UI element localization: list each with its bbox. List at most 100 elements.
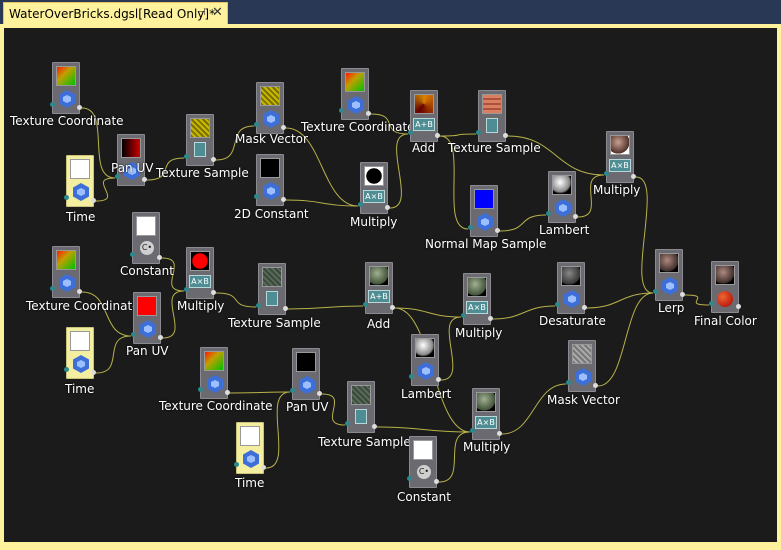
output-port[interactable] <box>225 390 230 395</box>
graph-node[interactable] <box>50 246 82 298</box>
input-port[interactable] <box>476 130 481 135</box>
connection-wire[interactable] <box>389 133 409 209</box>
graph-node[interactable] <box>653 249 685 301</box>
output-port[interactable] <box>157 255 162 260</box>
graph-node[interactable] <box>339 68 371 120</box>
graph-node[interactable] <box>468 185 500 237</box>
output-port[interactable] <box>593 383 598 388</box>
output-port[interactable] <box>158 335 163 340</box>
graph-node[interactable] <box>546 171 578 223</box>
output-port[interactable] <box>573 214 578 219</box>
output-port[interactable] <box>488 316 493 321</box>
connection-wire[interactable] <box>586 292 654 309</box>
graph-node[interactable]: A+B <box>363 262 395 314</box>
graph-node[interactable] <box>409 334 441 386</box>
graph-node[interactable] <box>555 262 587 314</box>
output-port[interactable] <box>495 228 500 233</box>
input-port[interactable] <box>254 194 259 199</box>
graph-node[interactable]: A×B <box>461 273 493 325</box>
output-port[interactable] <box>582 305 587 310</box>
graph-node[interactable] <box>131 292 163 344</box>
document-tab[interactable]: WaterOverBricks.dgsl[Read Only]* ⊣ ✕ <box>3 2 228 24</box>
output-port[interactable] <box>631 174 636 179</box>
input-port[interactable] <box>64 367 69 372</box>
input-port[interactable] <box>709 301 714 306</box>
connection-wire[interactable] <box>287 305 364 310</box>
graph-node[interactable] <box>476 90 508 142</box>
output-port[interactable] <box>77 105 82 110</box>
output-port[interactable] <box>211 157 216 162</box>
output-port[interactable] <box>390 305 395 310</box>
input-port[interactable] <box>256 303 261 308</box>
output-port[interactable] <box>366 111 371 116</box>
shader-graph-canvas[interactable]: Texture Coordinate Pan UV Time Texture Samp… <box>4 28 777 542</box>
input-port[interactable] <box>363 302 368 307</box>
graph-node[interactable] <box>50 62 82 114</box>
input-port[interactable] <box>461 313 466 318</box>
output-port[interactable] <box>436 377 441 382</box>
graph-node[interactable]: C• <box>130 212 162 264</box>
output-port[interactable] <box>736 304 741 309</box>
graph-node[interactable]: A×B <box>604 131 636 183</box>
input-port[interactable] <box>546 211 551 216</box>
input-port[interactable] <box>290 388 295 393</box>
graph-node[interactable] <box>115 134 147 186</box>
input-port[interactable] <box>64 195 69 200</box>
output-port[interactable] <box>283 306 288 311</box>
input-port[interactable] <box>566 380 571 385</box>
input-port[interactable] <box>408 130 413 135</box>
output-port[interactable] <box>435 133 440 138</box>
graph-node[interactable] <box>64 327 96 379</box>
graph-node[interactable]: A+B <box>408 90 440 142</box>
connection-wire[interactable] <box>95 177 116 202</box>
graph-node[interactable] <box>184 114 216 166</box>
input-port[interactable] <box>254 122 259 127</box>
graph-node[interactable] <box>64 155 96 207</box>
input-port[interactable] <box>198 387 203 392</box>
graph-node[interactable] <box>290 348 322 400</box>
input-port[interactable] <box>184 154 189 159</box>
graph-node[interactable]: A×B <box>470 388 502 440</box>
graph-node[interactable]: A×B <box>184 247 216 299</box>
output-port[interactable] <box>91 370 96 375</box>
input-port[interactable] <box>131 332 136 337</box>
connection-wire[interactable] <box>229 391 291 394</box>
graph-node[interactable] <box>254 154 286 206</box>
graph-node[interactable] <box>566 340 598 392</box>
output-port[interactable] <box>385 205 390 210</box>
graph-node[interactable] <box>254 82 286 134</box>
input-port[interactable] <box>358 202 363 207</box>
input-port[interactable] <box>50 102 55 107</box>
input-port[interactable] <box>468 225 473 230</box>
connection-wire[interactable] <box>597 292 654 387</box>
graph-node[interactable]: C• <box>407 436 439 488</box>
output-port[interactable] <box>317 391 322 396</box>
input-port[interactable] <box>653 289 658 294</box>
input-port[interactable] <box>604 171 609 176</box>
output-port[interactable] <box>680 292 685 297</box>
graph-node[interactable] <box>256 263 288 315</box>
input-port[interactable] <box>409 374 414 379</box>
output-port[interactable] <box>503 133 508 138</box>
connection-wire[interactable] <box>376 426 471 433</box>
input-port[interactable] <box>407 476 412 481</box>
output-port[interactable] <box>142 177 147 182</box>
output-port[interactable] <box>281 197 286 202</box>
graph-node[interactable] <box>198 347 230 399</box>
input-port[interactable] <box>50 286 55 291</box>
input-port[interactable] <box>339 108 344 113</box>
input-port[interactable] <box>555 302 560 307</box>
input-port[interactable] <box>470 428 475 433</box>
pin-icon[interactable]: ⊣ <box>197 7 206 18</box>
output-port[interactable] <box>434 479 439 484</box>
connection-wire[interactable] <box>684 294 710 306</box>
output-port[interactable] <box>211 290 216 295</box>
output-port[interactable] <box>497 431 502 436</box>
input-port[interactable] <box>130 252 135 257</box>
output-port[interactable] <box>372 424 377 429</box>
graph-node[interactable] <box>234 422 266 474</box>
connection-wire[interactable] <box>501 383 567 435</box>
input-port[interactable] <box>345 421 350 426</box>
connection-wire[interactable] <box>394 307 462 318</box>
output-port[interactable] <box>281 125 286 130</box>
